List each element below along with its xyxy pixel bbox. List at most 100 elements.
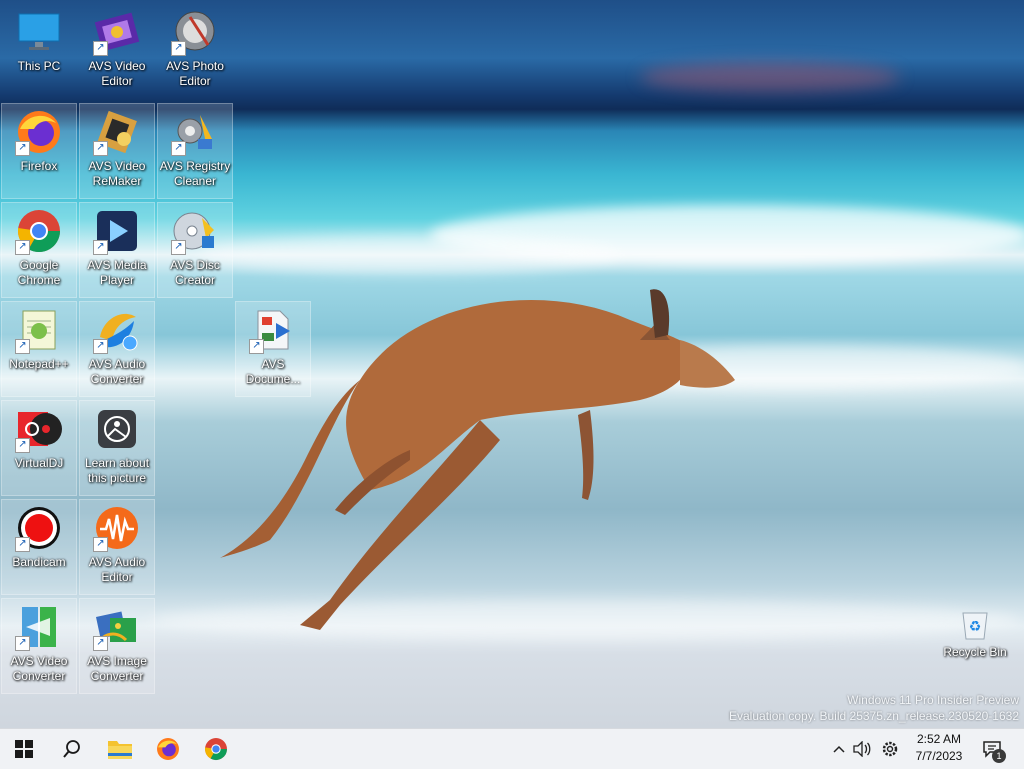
- avs-registry-cleaner-icon: ↗: [171, 108, 219, 156]
- avs-video-editor-icon: ↗: [93, 8, 141, 56]
- desktop-icon-bandicam[interactable]: ↗ Bandicam: [1, 499, 77, 595]
- firefox-icon: [157, 738, 179, 760]
- volume-button[interactable]: [850, 729, 874, 769]
- icon-label: This PC: [17, 59, 61, 73]
- icon-label: VirtualDJ: [14, 456, 64, 470]
- chevron-up-icon: [833, 745, 845, 753]
- recycle-bin-icon: ♻: [957, 606, 993, 642]
- icon-label: AVS Audio Converter: [88, 357, 146, 386]
- desktop-icon-avs-video-remaker[interactable]: ↗ AVS Video ReMaker: [79, 103, 155, 199]
- show-hidden-icons-chevron[interactable]: [828, 729, 850, 769]
- avs-document-converter-icon: ↗: [249, 306, 297, 354]
- avs-audio-converter-icon: ↗: [93, 306, 141, 354]
- icon-label: AVS Video Editor: [88, 59, 146, 88]
- search-icon: [63, 740, 80, 758]
- avs-image-converter-icon: ↗: [93, 603, 141, 651]
- desktop: This PC ↗ Firefox ↗ Google Chrome ↗ Note…: [0, 0, 1024, 728]
- desktop-icon-avs-media-player[interactable]: ↗ AVS Media Player: [79, 202, 155, 298]
- svg-text:♻: ♻: [969, 619, 982, 635]
- desktop-icon-notepad-plus-plus[interactable]: ↗ Notepad++: [1, 301, 77, 397]
- icon-label: AVS Audio Editor: [88, 555, 146, 584]
- desktop-icon-avs-disc-creator[interactable]: ↗ AVS Disc Creator: [157, 202, 233, 298]
- shortcut-arrow-icon: ↗: [93, 636, 108, 651]
- taskbar-file-explorer[interactable]: [96, 729, 144, 769]
- notification-count-badge: 1: [992, 749, 1006, 763]
- wallpaper-haze: [640, 62, 900, 92]
- shortcut-arrow-icon: ↗: [249, 339, 264, 354]
- shortcut-arrow-icon: ↗: [93, 240, 108, 255]
- notepad-icon: ↗: [15, 306, 63, 354]
- icon-label: AVS Docume...: [245, 357, 301, 386]
- icon-label: AVS Image Converter: [87, 654, 147, 683]
- speaker-icon: [853, 741, 871, 757]
- icon-label: AVS Photo Editor: [166, 59, 224, 88]
- avs-media-player-icon: ↗: [93, 207, 141, 255]
- search-button[interactable]: [48, 729, 96, 769]
- icon-label: Google Chrome: [17, 258, 61, 287]
- icon-label: Recycle Bin: [943, 645, 1007, 659]
- desktop-icon-avs-registry-cleaner[interactable]: ↗ AVS Registry Cleaner: [157, 103, 233, 199]
- folder-icon: [108, 741, 132, 759]
- avs-photo-editor-icon: ↗: [171, 8, 219, 56]
- icon-label: Bandicam: [12, 555, 66, 569]
- taskbar-clock[interactable]: 2:52 AM 7/7/2023: [904, 731, 974, 765]
- monitor-icon: [15, 8, 63, 56]
- taskbar-firefox[interactable]: [144, 729, 192, 769]
- icon-label: AVS Media Player: [87, 258, 147, 287]
- bandicam-icon: ↗: [15, 504, 63, 552]
- build-watermark-line-2: Evaluation copy. Build 25375.zn_release.…: [729, 709, 1019, 723]
- desktop-icon-avs-document-converter[interactable]: ↗ AVS Docume...: [235, 301, 311, 397]
- desktop-icon-learn-about-this-picture[interactable]: Learn about this picture: [79, 400, 155, 496]
- desktop-icon-virtualdj[interactable]: ↗ VirtualDJ: [1, 400, 77, 496]
- taskbar: 2:52 AM 7/7/2023 1: [0, 728, 1024, 769]
- learn-picture-icon: [93, 405, 141, 453]
- icon-label: AVS Disc Creator: [170, 258, 220, 287]
- desktop-icon-avs-video-editor[interactable]: ↗ AVS Video Editor: [79, 4, 155, 100]
- avs-disc-creator-icon: ↗: [171, 207, 219, 255]
- shortcut-arrow-icon: ↗: [15, 636, 30, 651]
- shortcut-arrow-icon: ↗: [93, 41, 108, 56]
- icon-label: Firefox: [20, 159, 58, 173]
- shortcut-arrow-icon: ↗: [93, 339, 108, 354]
- wallpaper-wave: [200, 235, 620, 275]
- icon-label: Notepad++: [9, 357, 69, 371]
- windows-logo-icon: [15, 740, 33, 758]
- clock-time: 2:52 AM: [916, 732, 962, 746]
- shortcut-arrow-icon: ↗: [171, 41, 186, 56]
- desktop-icon-avs-photo-editor[interactable]: ↗ AVS Photo Editor: [157, 4, 233, 100]
- start-button[interactable]: [0, 729, 48, 769]
- settings-button[interactable]: [878, 729, 902, 769]
- desktop-icon-avs-video-converter[interactable]: ↗ AVS Video Converter: [1, 598, 77, 694]
- firefox-icon: ↗: [15, 108, 63, 156]
- shortcut-arrow-icon: ↗: [15, 537, 30, 552]
- shortcut-arrow-icon: ↗: [15, 339, 30, 354]
- desktop-icon-this-pc[interactable]: This PC: [1, 4, 77, 100]
- taskbar-chrome[interactable]: [192, 729, 240, 769]
- shortcut-arrow-icon: ↗: [15, 240, 30, 255]
- chrome-icon: ↗: [15, 207, 63, 255]
- desktop-icon-avs-audio-editor[interactable]: ↗ AVS Audio Editor: [79, 499, 155, 595]
- shortcut-arrow-icon: ↗: [15, 438, 30, 453]
- avs-video-converter-icon: ↗: [15, 603, 63, 651]
- notification-center-button[interactable]: 1: [978, 729, 1006, 769]
- shortcut-arrow-icon: ↗: [93, 537, 108, 552]
- gear-icon: [882, 741, 898, 757]
- avs-video-remaker-icon: ↗: [93, 108, 141, 156]
- desktop-icon-avs-image-converter[interactable]: ↗ AVS Image Converter: [79, 598, 155, 694]
- clock-date: 7/7/2023: [915, 749, 963, 763]
- desktop-icon-recycle-bin[interactable]: ♻ Recycle Bin: [937, 602, 1013, 672]
- shortcut-arrow-icon: ↗: [171, 141, 186, 156]
- shortcut-arrow-icon: ↗: [171, 240, 186, 255]
- shortcut-arrow-icon: ↗: [15, 141, 30, 156]
- icon-label: Learn about this picture: [84, 456, 150, 485]
- icon-label: AVS Video ReMaker: [88, 159, 146, 188]
- desktop-icon-avs-audio-converter[interactable]: ↗ AVS Audio Converter: [79, 301, 155, 397]
- icon-label: AVS Video Converter: [10, 654, 68, 683]
- avs-audio-editor-icon: ↗: [93, 504, 141, 552]
- desktop-icon-firefox[interactable]: ↗ Firefox: [1, 103, 77, 199]
- icon-label: AVS Registry Cleaner: [159, 159, 231, 188]
- shortcut-arrow-icon: ↗: [93, 141, 108, 156]
- virtualdj-icon: ↗: [15, 405, 63, 453]
- build-watermark-line-1: Windows 11 Pro Insider Preview: [847, 693, 1019, 707]
- desktop-icon-google-chrome[interactable]: ↗ Google Chrome: [1, 202, 77, 298]
